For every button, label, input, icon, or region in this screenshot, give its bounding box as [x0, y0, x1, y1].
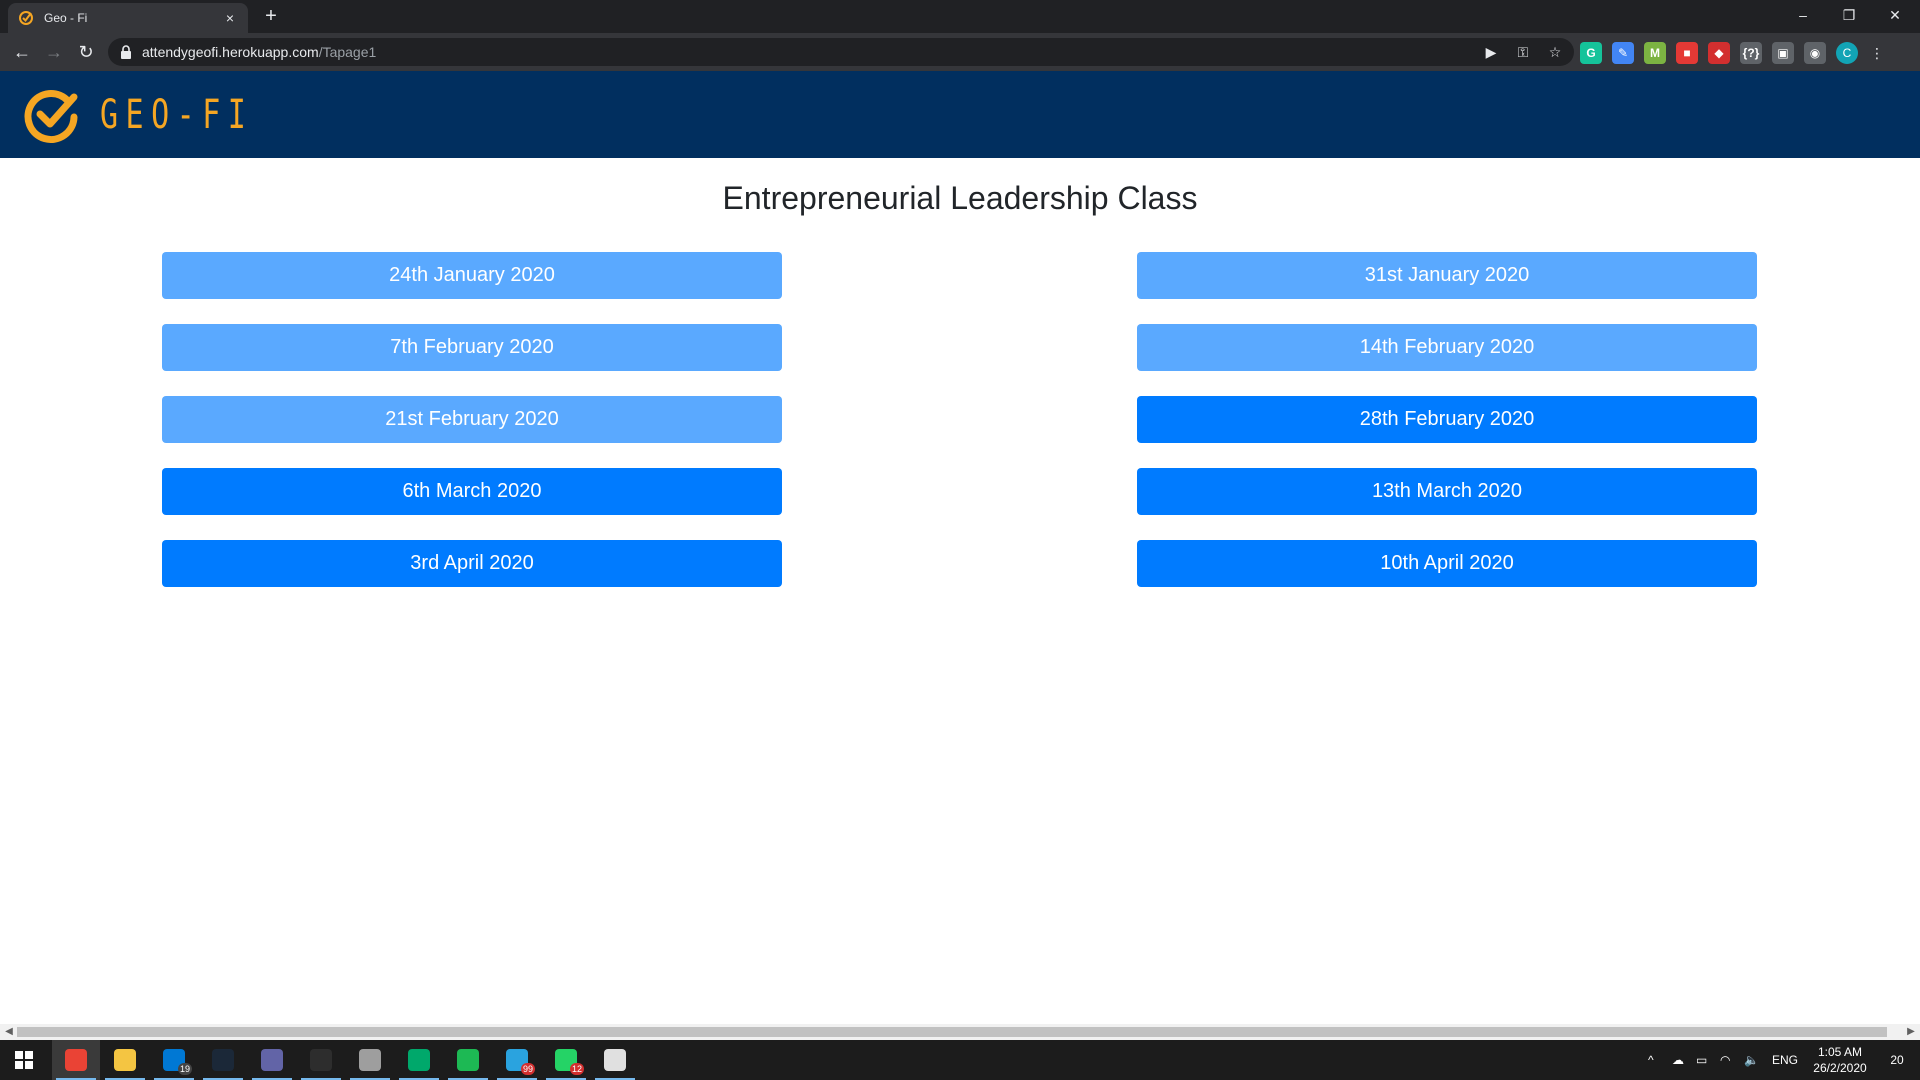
paint-icon — [604, 1049, 626, 1071]
scrollbar-thumb[interactable] — [17, 1027, 1887, 1037]
minimize-button[interactable]: – — [1780, 0, 1826, 33]
start-button[interactable] — [0, 1040, 48, 1080]
notifications-button[interactable]: 20 — [1882, 1040, 1912, 1080]
settings-icon — [359, 1049, 381, 1071]
logo-text: GEO-FI — [100, 92, 254, 138]
profile-avatar[interactable]: C — [1836, 42, 1858, 64]
grammarly-extension-icon[interactable]: G — [1580, 42, 1602, 64]
clock-time: 1:05 AM — [1817, 1045, 1863, 1059]
tray-chevron-icon[interactable]: ^ — [1648, 1040, 1654, 1080]
steam-icon — [212, 1049, 234, 1071]
lock-icon — [121, 45, 131, 59]
browser-menu-icon[interactable]: ⋮ — [1868, 44, 1886, 62]
taskbar-chrome[interactable] — [52, 1040, 100, 1080]
terminal-icon — [310, 1049, 332, 1071]
taskbar-mail[interactable]: 19 — [150, 1040, 198, 1080]
m-extension-extension-icon[interactable]: M — [1644, 42, 1666, 64]
restore-button[interactable]: ❐ — [1826, 0, 1872, 33]
session-date-button[interactable]: 10th April 2020 — [1137, 540, 1757, 587]
clock-date: 26/2/2020 — [1813, 1061, 1867, 1075]
teams-icon — [261, 1049, 283, 1071]
session-date-button[interactable]: 24th January 2020 — [162, 252, 782, 299]
camera-extension-extension-icon[interactable]: ◉ — [1804, 42, 1826, 64]
site-header: GEO-FI — [0, 71, 1920, 158]
taskbar-circle-app[interactable] — [395, 1040, 443, 1080]
taskbar-settings[interactable] — [346, 1040, 394, 1080]
notification-count: 20 — [1890, 1053, 1904, 1067]
tab-title: Geo - Fi — [44, 11, 88, 25]
colorful-extension-icon[interactable]: ■ — [1676, 42, 1698, 64]
bookmark-star-icon[interactable]: ☆ — [1546, 43, 1564, 61]
chrome-icon — [65, 1049, 87, 1071]
taskbar-whatsapp[interactable]: 12 — [542, 1040, 590, 1080]
red-extension-extension-icon[interactable]: ◆ — [1708, 42, 1730, 64]
wifi-icon[interactable]: ◠ — [1720, 1040, 1730, 1080]
file-explorer-icon — [114, 1049, 136, 1071]
page-title: Entrepreneurial Leadership Class — [722, 180, 1198, 216]
volume-icon[interactable]: 🔈 — [1744, 1040, 1759, 1080]
gray-extension-extension-icon[interactable]: ▣ — [1772, 42, 1794, 64]
geofi-favicon-icon — [19, 11, 33, 25]
forward-button[interactable]: → — [42, 40, 66, 64]
session-date-button[interactable]: 13th March 2020 — [1137, 468, 1757, 515]
site-logo[interactable]: GEO-FI — [24, 87, 305, 143]
taskbar-spotify-like[interactable] — [444, 1040, 492, 1080]
session-date-button[interactable]: 3rd April 2020 — [162, 540, 782, 587]
taskbar-telegram[interactable]: 99 — [493, 1040, 541, 1080]
check-circle-logo-icon — [24, 90, 78, 143]
url-path: /Tapage1 — [318, 44, 377, 60]
extensions-row: G ✎ M ■ ◆ {?} ▣ ◉ C ⋮ — [1580, 42, 1886, 64]
brackets-extension-icon[interactable]: {?} — [1740, 42, 1762, 64]
taskbar-badge: 99 — [520, 1063, 535, 1075]
system-clock[interactable]: 1:05 AM 26/2/2020 — [1800, 1044, 1880, 1076]
taskbar-terminal[interactable] — [297, 1040, 345, 1080]
url-host: attendygeofi.herokuapp.com — [142, 44, 319, 60]
session-date-button[interactable]: 7th February 2020 — [162, 324, 782, 371]
back-button[interactable]: ← — [10, 40, 34, 64]
scroll-left-icon[interactable]: ◀ — [2, 1026, 16, 1038]
scroll-right-icon[interactable]: ▶ — [1904, 1026, 1918, 1038]
pen-extension-icon[interactable]: ✎ — [1612, 42, 1634, 64]
key-icon[interactable]: ⚿ — [1514, 43, 1532, 61]
browser-toolbar: ← → ↻ attendygeofi.herokuapp.com /Tapage… — [0, 33, 1920, 71]
session-date-button[interactable]: 28th February 2020 — [1137, 396, 1757, 443]
camera-icon[interactable]: ▶ — [1482, 43, 1500, 61]
session-date-button[interactable]: 14th February 2020 — [1137, 324, 1757, 371]
close-window-button[interactable]: ✕ — [1872, 0, 1918, 33]
session-date-button[interactable]: 6th March 2020 — [162, 468, 782, 515]
windows-taskbar: 19 99 12 ^ ☁ ▭ ◠ 🔈 ENG 1:05 AM 26/2/2020 2… — [0, 1040, 1920, 1080]
taskbar-teams[interactable] — [248, 1040, 296, 1080]
session-date-button[interactable]: 21st February 2020 — [162, 396, 782, 443]
reload-button[interactable]: ↻ — [74, 40, 98, 64]
address-bar[interactable]: attendygeofi.herokuapp.com /Tapage1 ▶ ⚿ … — [108, 38, 1574, 66]
taskbar-paint[interactable] — [591, 1040, 639, 1080]
session-date-button[interactable]: 31st January 2020 — [1137, 252, 1757, 299]
tab-close-icon[interactable]: × — [222, 10, 238, 26]
circle-app-icon — [408, 1049, 430, 1071]
browser-tab[interactable]: Geo - Fi × — [8, 3, 248, 33]
spotify-like-icon — [457, 1049, 479, 1071]
battery-icon[interactable]: ▭ — [1696, 1040, 1707, 1080]
horizontal-scrollbar[interactable]: ◀ ▶ — [0, 1024, 1920, 1040]
taskbar-file-explorer[interactable] — [101, 1040, 149, 1080]
browser-titlebar: Geo - Fi × + – ❐ ✕ — [0, 0, 1920, 33]
onedrive-icon[interactable]: ☁ — [1672, 1040, 1684, 1080]
language-indicator[interactable]: ENG — [1772, 1040, 1798, 1080]
windows-logo-icon — [15, 1051, 33, 1069]
taskbar-steam[interactable] — [199, 1040, 247, 1080]
taskbar-badge: 12 — [569, 1063, 584, 1075]
new-tab-button[interactable]: + — [260, 6, 282, 28]
taskbar-badge: 19 — [177, 1063, 192, 1075]
